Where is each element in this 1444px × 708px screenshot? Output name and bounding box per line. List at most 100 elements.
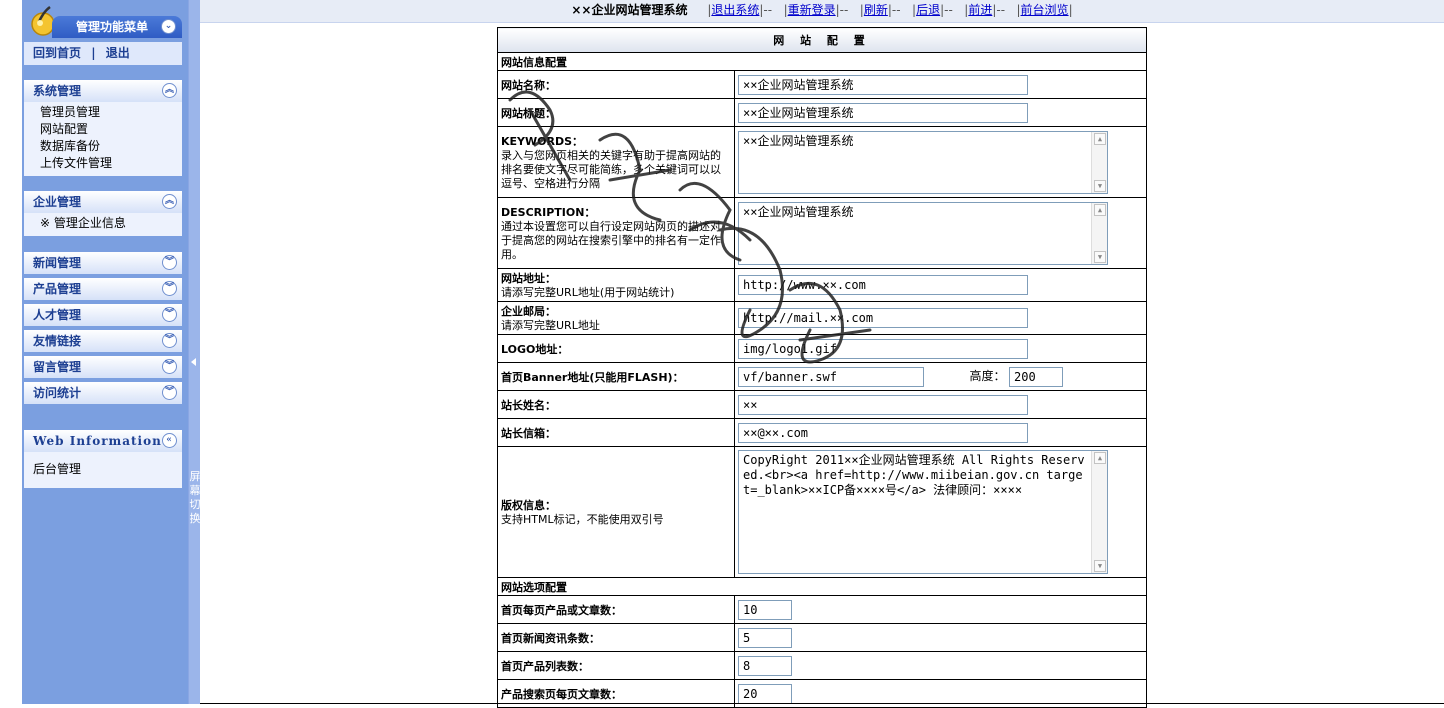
- description-value: ××企业网站管理系统: [743, 204, 854, 219]
- description-desc: 通过本设置您可以自行设定网站网页的描述对于提高您的网站在搜索引擎中的排名有一定作…: [501, 220, 721, 261]
- expand-icon[interactable]: ︾: [162, 333, 177, 348]
- mail-cell: 企业邮局： 请添写完整URL地址: [497, 301, 735, 335]
- collapse-arrow-icon[interactable]: [191, 358, 196, 366]
- panel-stats: 访问统计 ︾: [24, 382, 182, 404]
- sidebar-item-admin[interactable]: 管理员管理: [40, 104, 182, 121]
- panel-title-stats[interactable]: 访问统计 ︾: [24, 382, 182, 404]
- config-table: 网 站 配 置 网站信息配置 网站名称： ××企业网站管理系统 网站标题： ××…: [497, 27, 1147, 708]
- panel-title-label: 企业管理: [33, 195, 82, 209]
- panel-title-label: 产品管理: [33, 282, 82, 296]
- home-product-list-label: 首页产品列表数：: [497, 651, 735, 680]
- sidebar-item-site-config[interactable]: 网站配置: [40, 121, 182, 138]
- expand-icon[interactable]: ︾: [162, 385, 177, 400]
- panel-title-label: 人才管理: [33, 308, 82, 322]
- keywords-textarea[interactable]: ××企业网站管理系统 ▲ ▼: [738, 130, 1108, 194]
- splitter-label[interactable]: 屏幕切换: [189, 470, 201, 526]
- menu-header: 管理功能菜单 ⌄: [22, 0, 188, 40]
- panel-title-label: Web Information: [33, 434, 162, 448]
- collapse-icon[interactable]: ⌄: [161, 19, 176, 34]
- sidebar-item-company-info[interactable]: ※ 管理企业信息: [40, 215, 182, 232]
- logo-label: LOGO地址：: [497, 334, 735, 363]
- nav-frontend-link[interactable]: 前台浏览: [1021, 3, 1069, 17]
- owner-mail-input[interactable]: ××@××.com: [738, 422, 1028, 443]
- panel-title-talent[interactable]: 人才管理 ︾: [24, 304, 182, 326]
- home-product-list-input[interactable]: 8: [738, 655, 792, 676]
- site-name-label: 网站名称：: [497, 70, 735, 99]
- panel-news: 新闻管理 ︾: [24, 252, 182, 274]
- scroll-up-icon[interactable]: ▲: [1094, 203, 1106, 216]
- nav-logout-link[interactable]: 退出系统: [711, 3, 759, 17]
- home-links: 回到首页 | 退出: [24, 42, 182, 65]
- webinfo-body: 后台管理: [24, 452, 182, 488]
- site-name-input[interactable]: ××企业网站管理系统: [738, 74, 1028, 95]
- panel-title-label: 访问统计: [33, 386, 82, 400]
- banner-label: 首页Banner地址(只能用FLASH)：: [497, 362, 735, 391]
- panel-body-system: 管理员管理 网站配置 数据库备份 上传文件管理: [24, 102, 182, 176]
- site-title-input[interactable]: ××企业网站管理系统: [738, 102, 1028, 123]
- site-url-label: 网站地址：: [501, 272, 556, 285]
- nav-relogin-link[interactable]: 重新登录: [788, 3, 836, 17]
- scrollbar[interactable]: ▲ ▼: [1091, 131, 1107, 193]
- nav-forward-link[interactable]: 前进: [968, 3, 992, 17]
- copyright-value: CopyRight 2011××企业网站管理系统 All Rights Rese…: [743, 453, 1085, 497]
- sidebar-item-upload-files[interactable]: 上传文件管理: [40, 155, 182, 172]
- scrollbar[interactable]: ▲ ▼: [1091, 451, 1107, 573]
- panel-title-messages[interactable]: 留言管理 ︾: [24, 356, 182, 378]
- scroll-down-icon[interactable]: ▼: [1094, 560, 1106, 572]
- sidebar-item-db-backup[interactable]: 数据库备份: [40, 138, 182, 155]
- description-cell: DESCRIPTION： 通过本设置您可以自行设定网站网页的描述对于提高您的网站…: [497, 197, 735, 269]
- home-link[interactable]: 回到首页: [33, 46, 81, 60]
- panel-title-label: 友情链接: [33, 334, 82, 348]
- collapse-icon[interactable]: «: [162, 433, 177, 448]
- home-products-input[interactable]: 10: [738, 599, 792, 620]
- panel-title-company[interactable]: 企业管理 ︽: [24, 191, 182, 213]
- panel-title-system[interactable]: 系统管理 ︽: [24, 80, 182, 102]
- scroll-up-icon[interactable]: ▲: [1094, 132, 1106, 145]
- copyright-textarea[interactable]: CopyRight 2011××企业网站管理系统 All Rights Rese…: [738, 450, 1108, 574]
- copyright-label: 版权信息：: [501, 499, 556, 512]
- collapse-icon[interactable]: ︽: [162, 194, 177, 209]
- search-per-page-input[interactable]: 20: [738, 683, 792, 704]
- panel-title-products[interactable]: 产品管理 ︾: [24, 278, 182, 300]
- banner-height-input[interactable]: 200: [1009, 366, 1064, 387]
- scroll-up-icon[interactable]: ▲: [1094, 452, 1106, 464]
- panel-webinfo: Web Information « 后台管理: [24, 430, 182, 488]
- scrollbar[interactable]: ▲ ▼: [1091, 202, 1107, 264]
- site-config-panel: 网 站 配 置 网站信息配置 网站名称： ××企业网站管理系统 网站标题： ××…: [497, 27, 1147, 708]
- config-title: 网 站 配 置: [497, 27, 1147, 53]
- scroll-down-icon[interactable]: ▼: [1094, 250, 1106, 263]
- mail-input[interactable]: http://mail.××.com: [738, 308, 1028, 328]
- site-url-input[interactable]: http://www.××.com: [738, 275, 1028, 295]
- panel-talent: 人才管理 ︾: [24, 304, 182, 326]
- panel-title-label: 新闻管理: [33, 256, 82, 270]
- banner-input[interactable]: vf/banner.swf: [738, 366, 924, 387]
- owner-name-label: 站长姓名：: [497, 390, 735, 419]
- scroll-down-icon[interactable]: ▼: [1094, 179, 1106, 192]
- description-textarea[interactable]: ××企业网站管理系统 ▲ ▼: [738, 201, 1108, 265]
- collapse-icon[interactable]: ︽: [162, 83, 177, 98]
- logout-link[interactable]: 退出: [106, 46, 130, 60]
- section-site-options: 网站选项配置: [497, 577, 1147, 596]
- panel-title-news[interactable]: 新闻管理 ︾: [24, 252, 182, 274]
- site-url-cell: 网站地址： 请添写完整URL地址(用于网站统计): [497, 268, 735, 302]
- owner-name-input[interactable]: ××: [738, 394, 1028, 415]
- mail-label: 企业邮局：: [501, 305, 556, 318]
- top-nav-bar: ××企业网站管理系统 |退出系统|-- |重新登录|-- |刷新|-- |后退|…: [200, 0, 1444, 23]
- section-site-info: 网站信息配置: [497, 52, 1147, 71]
- nav-refresh-link[interactable]: 刷新: [864, 3, 888, 17]
- expand-icon[interactable]: ︾: [162, 307, 177, 322]
- nav-back-link[interactable]: 后退: [916, 3, 940, 17]
- expand-icon[interactable]: ︾: [162, 255, 177, 270]
- mail-desc: 请添写完整URL地址: [501, 319, 600, 332]
- copyright-desc: 支持HTML标记，不能使用双引号: [501, 513, 664, 526]
- panel-title-links[interactable]: 友情链接 ︾: [24, 330, 182, 352]
- home-products-label: 首页每页产品或文章数：: [497, 595, 735, 624]
- logo-input[interactable]: img/logo1.gif: [738, 338, 1028, 359]
- panel-title-label: 系统管理: [33, 84, 82, 98]
- expand-icon[interactable]: ︾: [162, 359, 177, 374]
- app-title: ××企业网站管理系统: [571, 3, 688, 17]
- splitter[interactable]: 屏幕切换: [188, 0, 201, 704]
- panel-title-webinfo[interactable]: Web Information «: [24, 430, 182, 452]
- home-news-input[interactable]: 5: [738, 627, 792, 648]
- expand-icon[interactable]: ︾: [162, 281, 177, 296]
